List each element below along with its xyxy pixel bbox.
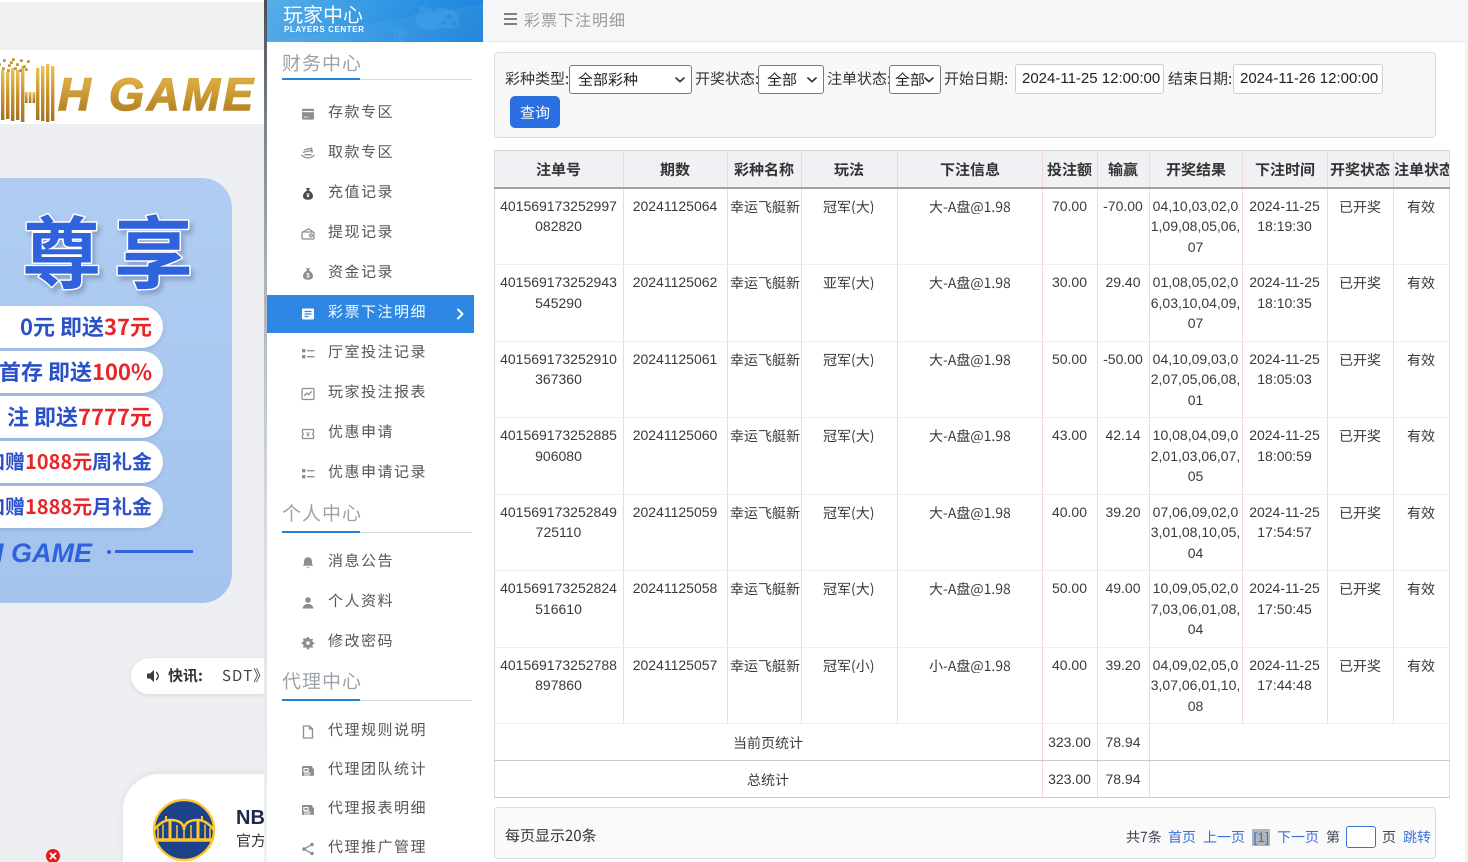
svg-text:$: $ xyxy=(306,273,310,280)
svg-text:¥: ¥ xyxy=(306,432,310,439)
